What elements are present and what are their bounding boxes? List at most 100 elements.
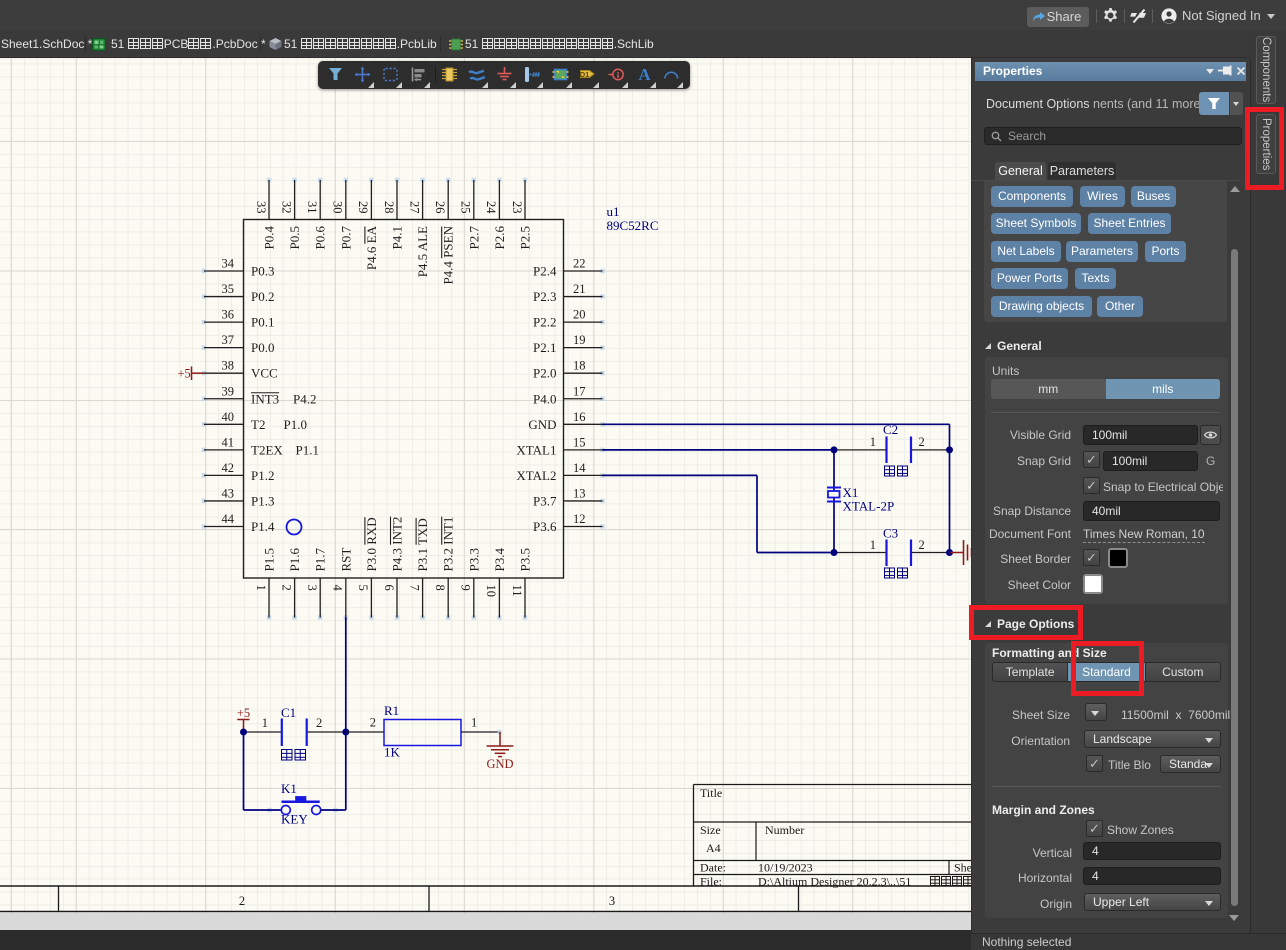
svg-text:4: 4: [331, 585, 345, 592]
svg-text:+5: +5: [178, 367, 191, 381]
svg-text:2: 2: [370, 716, 376, 730]
svg-text:14: 14: [573, 461, 586, 475]
svg-text:D1: D1: [580, 70, 590, 79]
svg-text:2: 2: [279, 585, 293, 591]
svg-text:1: 1: [870, 435, 876, 449]
svg-text:XTAL-2P: XTAL-2P: [843, 499, 895, 514]
svg-text:Date:: Date:: [700, 861, 726, 875]
svg-text:89C52RC: 89C52RC: [607, 218, 659, 233]
svg-text:1: 1: [471, 716, 477, 730]
svg-text:18: 18: [573, 359, 586, 373]
svg-text:25: 25: [459, 201, 473, 214]
svg-text:P4.5 ALE: P4.5 ALE: [415, 226, 430, 277]
svg-text:1: 1: [870, 538, 876, 552]
svg-text:33: 33: [254, 201, 268, 214]
svg-text:P3.7: P3.7: [533, 493, 557, 508]
svg-text:38: 38: [222, 359, 235, 373]
svg-text:P0.2: P0.2: [251, 289, 274, 304]
svg-text:39: 39: [222, 384, 235, 398]
svg-text:P1.3: P1.3: [251, 493, 274, 508]
svg-text:P4.3 INT2: P4.3 INT2: [390, 517, 405, 572]
svg-text:P0.3: P0.3: [251, 264, 274, 279]
svg-text:D:\Altium Designer 20.2.3\..\5: D:\Altium Designer 20.2.3\..\51: [758, 875, 911, 889]
svg-text:22: 22: [573, 257, 586, 271]
svg-text:P1.7: P1.7: [313, 548, 328, 572]
svg-text:41: 41: [222, 435, 235, 449]
svg-text:26: 26: [433, 201, 447, 214]
svg-text:10/19/2023: 10/19/2023: [758, 861, 813, 875]
svg-text:35: 35: [222, 282, 235, 296]
svg-text:16: 16: [573, 410, 586, 424]
svg-text:44: 44: [222, 512, 235, 526]
svg-text:P3.6: P3.6: [533, 519, 557, 534]
svg-text:P2.7: P2.7: [466, 226, 481, 250]
svg-text:P2.2: P2.2: [533, 315, 556, 330]
svg-text:24: 24: [484, 201, 498, 214]
svg-text:P4.4 PSEN: P4.4 PSEN: [441, 225, 456, 284]
svg-text:INT3: INT3: [251, 391, 279, 406]
svg-text:A4: A4: [706, 841, 721, 855]
svg-text:P1.2: P1.2: [251, 468, 274, 483]
svg-text:30: 30: [331, 201, 345, 214]
svg-text:2: 2: [316, 716, 322, 730]
svg-text:GND: GND: [486, 757, 513, 771]
svg-text:P4.2: P4.2: [293, 391, 316, 406]
svg-text:43: 43: [222, 486, 235, 500]
svg-text:29: 29: [356, 201, 370, 214]
svg-text:C2: C2: [883, 422, 898, 437]
svg-text:P0.5: P0.5: [287, 226, 302, 249]
svg-text:P0.0: P0.0: [251, 340, 274, 355]
svg-text:27: 27: [407, 201, 421, 214]
svg-text:Size: Size: [700, 823, 721, 837]
svg-text:P1.5: P1.5: [262, 548, 277, 571]
svg-text:P0.7: P0.7: [338, 226, 353, 250]
svg-text:42: 42: [222, 461, 235, 475]
svg-text:C1: C1: [281, 705, 296, 720]
svg-text:9: 9: [459, 585, 473, 591]
svg-text:1: 1: [262, 716, 268, 730]
svg-text:3: 3: [609, 894, 615, 908]
svg-text:P0.1: P0.1: [251, 315, 274, 330]
svg-text:GND: GND: [528, 417, 556, 432]
svg-text:K1: K1: [281, 781, 297, 796]
svg-text:R1: R1: [384, 703, 399, 718]
svg-text:+5: +5: [237, 706, 250, 720]
svg-text:1K: 1K: [384, 745, 401, 760]
svg-text:P0.4: P0.4: [262, 226, 277, 250]
svg-text:13: 13: [573, 486, 586, 500]
svg-text:P3.1 TXD: P3.1 TXD: [415, 518, 430, 571]
svg-text:P4.1: P4.1: [390, 226, 405, 249]
svg-text:P1.4: P1.4: [251, 519, 275, 534]
svg-text:P3.5: P3.5: [518, 548, 533, 571]
svg-text:P2.4: P2.4: [533, 264, 557, 279]
svg-text:P1.0: P1.0: [284, 417, 307, 432]
svg-text:2: 2: [919, 538, 925, 552]
svg-text:P0.6: P0.6: [313, 226, 328, 250]
svg-text:VCC: VCC: [251, 366, 278, 381]
svg-text:5: 5: [356, 585, 370, 591]
svg-text:P2.6: P2.6: [492, 226, 507, 250]
svg-text:2: 2: [919, 435, 925, 449]
svg-text:KEY: KEY: [281, 812, 308, 827]
svg-text:XTAL1: XTAL1: [516, 442, 556, 457]
svg-text:3: 3: [305, 585, 319, 591]
svg-text:P3.3: P3.3: [466, 548, 481, 571]
svg-text:20: 20: [573, 308, 586, 322]
svg-text:P2.1: P2.1: [533, 340, 556, 355]
svg-text:12: 12: [573, 512, 586, 526]
svg-text:P4.0: P4.0: [533, 391, 556, 406]
svg-text:19: 19: [573, 333, 586, 347]
svg-text:P3.2 INT1: P3.2 INT1: [441, 517, 456, 572]
svg-text:P2.0: P2.0: [533, 366, 556, 381]
svg-text:8: 8: [433, 585, 447, 591]
svg-text:23: 23: [510, 201, 524, 214]
svg-text:10: 10: [484, 585, 498, 598]
svg-text:15: 15: [573, 435, 586, 449]
svg-text:A: A: [638, 66, 651, 83]
svg-text:32: 32: [279, 201, 293, 214]
svg-text:XTAL2: XTAL2: [516, 468, 556, 483]
svg-text:21: 21: [573, 282, 586, 296]
svg-text:40: 40: [222, 410, 235, 424]
svg-text:34: 34: [222, 257, 235, 271]
svg-text:P4.6 EA: P4.6 EA: [364, 225, 379, 270]
